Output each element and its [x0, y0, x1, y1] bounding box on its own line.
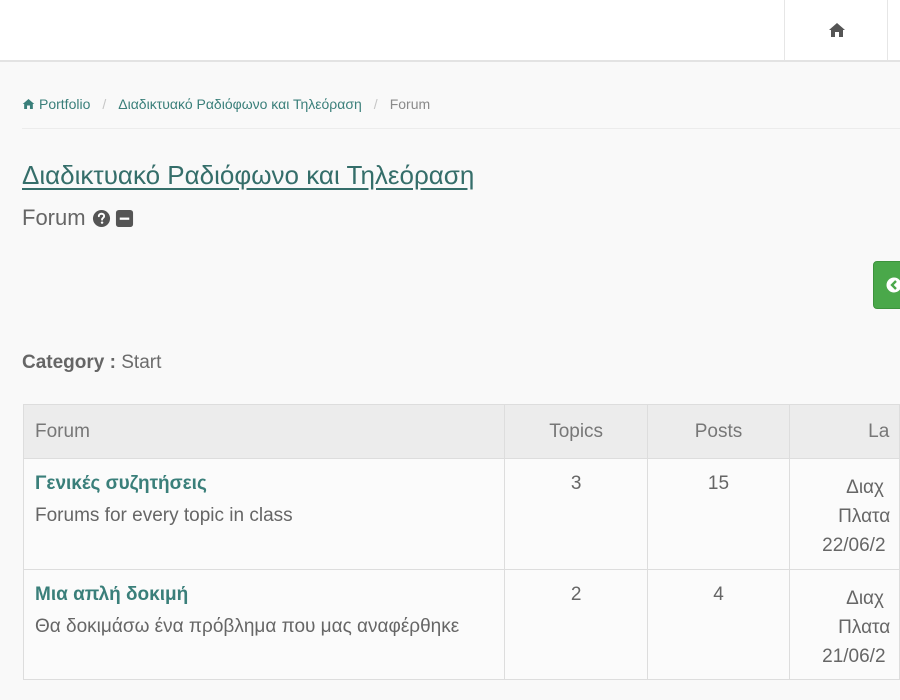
posts-count: 4 — [646, 569, 791, 680]
topics-count: 2 — [504, 569, 648, 680]
forum-cell: Γενικές συζητήσεις Forums for every topi… — [22, 458, 506, 570]
breadcrumb-course-link[interactable]: Διαδικτυακό Ραδιόφωνο και Τηλεόραση — [118, 96, 362, 112]
breadcrumb-current: Forum — [389, 96, 431, 112]
question-circle-icon[interactable] — [92, 209, 111, 228]
table-row: Γενικές συζητήσεις Forums for every topi… — [22, 458, 900, 570]
posts-count: 15 — [646, 458, 791, 570]
last-post-cell: Διαχ Πλατα 21/06/2 — [789, 569, 900, 680]
forum-name-link[interactable]: Γενικές συζητήσεις — [35, 473, 493, 495]
breadcrumb-separator: / — [373, 96, 378, 112]
page-subtitle: Forum — [22, 205, 134, 231]
new-forum-button[interactable] — [873, 261, 900, 309]
navbar-edge-item[interactable] — [887, 0, 900, 60]
last-post-author: Διαχ — [846, 477, 885, 498]
breadcrumb-portfolio-link[interactable]: Portfolio — [22, 96, 90, 112]
minus-square-icon[interactable] — [115, 209, 134, 228]
last-post-author-surname: Πλατα — [838, 506, 891, 527]
home-icon — [828, 23, 845, 37]
header-last-post: La — [789, 404, 900, 459]
category-line: Category : Start — [22, 352, 161, 374]
course-title-link[interactable]: Διαδικτυακό Ραδιόφωνο και Τηλεόραση — [22, 160, 474, 191]
category-label: Category : — [22, 352, 116, 373]
breadcrumb-separator: / — [102, 96, 107, 112]
forum-description: Θα δοκιμάσω ένα πρόβλημα που μας αναφέρθ… — [35, 616, 460, 637]
header-topics: Topics — [504, 404, 648, 459]
home-icon — [22, 98, 35, 110]
last-post-date: 22/06/2 — [822, 535, 886, 556]
forum-description: Forums for every topic in class — [35, 505, 293, 526]
header-posts: Posts — [646, 404, 791, 459]
header-forum: Forum — [22, 404, 506, 459]
top-navbar — [0, 0, 900, 62]
table-row: Μια απλή δοκιμή Θα δοκιμάσω ένα πρόβλημα… — [22, 569, 900, 680]
table-header-row: Forum Topics Posts La — [22, 404, 900, 459]
last-post-author-surname: Πλατα — [838, 617, 891, 638]
forum-table: Forum Topics Posts La Γενικές συζητήσεις… — [22, 404, 900, 680]
last-post-date: 21/06/2 — [822, 646, 886, 667]
last-post-cell: Διαχ Πλατα 22/06/2 — [789, 458, 900, 570]
forum-cell: Μια απλή δοκιμή Θα δοκιμάσω ένα πρόβλημα… — [22, 569, 506, 680]
last-post-author: Διαχ — [846, 588, 885, 609]
breadcrumb-portfolio-label: Portfolio — [39, 96, 91, 112]
home-button[interactable] — [784, 0, 888, 60]
arrow-circle-icon — [886, 277, 900, 293]
category-value: Start — [121, 352, 162, 373]
breadcrumb: Portfolio / Διαδικτυακό Ραδιόφωνο και Τη… — [22, 96, 430, 112]
forum-name-link[interactable]: Μια απλή δοκιμή — [35, 584, 493, 606]
divider — [22, 128, 900, 129]
topics-count: 3 — [504, 458, 648, 570]
page-subtitle-text: Forum — [22, 205, 86, 230]
